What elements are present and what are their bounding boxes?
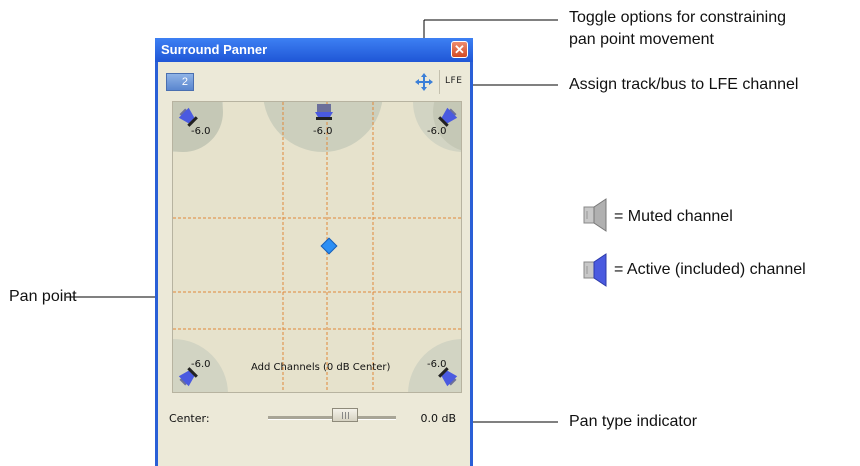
speaker-center-icon[interactable] — [313, 101, 335, 122]
pan-guide-grid — [173, 102, 461, 392]
toolbar-separator — [439, 70, 440, 94]
callout-lfe: Assign track/bus to LFE channel — [569, 76, 799, 93]
callout-constrain: Toggle options for constraining pan poin… — [569, 7, 786, 51]
callout-constrain-line1: Toggle options for constraining — [569, 9, 787, 26]
rear-left-db: -6.0 — [191, 359, 211, 370]
callout-constrain-line2: pan point movement — [569, 31, 714, 48]
center-label: Center: — [169, 412, 210, 425]
surround-panner-window: Surround Panner ✕ 2 LFE -6.0 -6.0 -6.0 -… — [155, 38, 473, 466]
front-right-db: -6.0 — [427, 126, 447, 137]
window-title: Surround Panner — [161, 42, 268, 57]
speaker-front-right-icon[interactable] — [437, 106, 459, 128]
center-db: -6.0 — [313, 126, 333, 137]
title-bar[interactable]: Surround Panner ✕ — [155, 38, 473, 62]
center-value: 0.0 dB — [420, 412, 456, 425]
callout-pan-point: Pan point — [9, 288, 77, 305]
channel-count-button[interactable]: 2 — [166, 73, 194, 91]
pan-pad[interactable]: -6.0 -6.0 -6.0 -6.0 -6.0 Add Channels (0… — [172, 101, 462, 393]
callout-pan-type: Pan type indicator — [569, 413, 698, 430]
muted-speaker-icon — [583, 198, 607, 232]
lfe-button[interactable]: LFE — [445, 76, 462, 86]
move-constrain-icon[interactable] — [415, 73, 433, 91]
callout-muted: = Muted channel — [614, 208, 733, 225]
close-icon[interactable]: ✕ — [451, 41, 468, 58]
panner-client-area: 2 LFE -6.0 -6.0 -6.0 -6.0 -6.0 Add Chann… — [158, 62, 470, 466]
center-slider-thumb[interactable] — [331, 408, 358, 422]
pan-type-indicator[interactable]: Add Channels (0 dB Center) — [251, 362, 390, 373]
front-left-db: -6.0 — [191, 126, 211, 137]
speaker-front-left-icon[interactable] — [177, 106, 199, 128]
rear-right-db: -6.0 — [427, 359, 447, 370]
active-speaker-icon — [583, 253, 607, 287]
callout-active: = Active (included) channel — [614, 261, 806, 278]
